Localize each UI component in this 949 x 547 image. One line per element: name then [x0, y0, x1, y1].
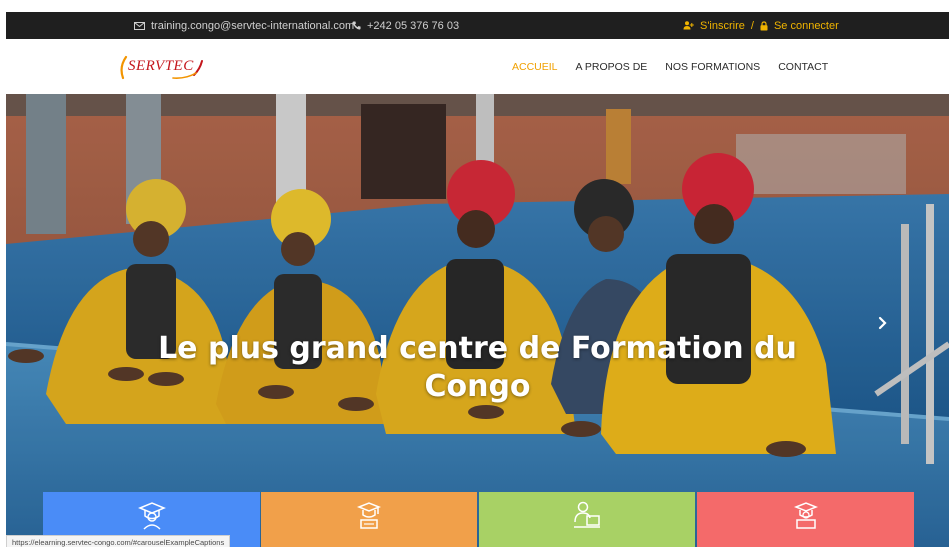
certificate-icon [793, 502, 818, 529]
phone-text: +242 05 376 76 03 [367, 19, 460, 32]
feature-tile-3[interactable] [479, 492, 695, 547]
auth-separator: / [750, 19, 754, 32]
status-url: https://elearning.servtec-congo.com/#car… [12, 537, 225, 547]
carousel-next-arrow[interactable] [876, 313, 890, 333]
nav-item-accueil[interactable]: ACCUEIL [512, 61, 558, 73]
elearning-icon [574, 501, 600, 528]
nav-item-a-propos[interactable]: A PROPOS DE [576, 61, 648, 73]
caption-line-1: Le plus grand centre de Formation du [158, 331, 797, 366]
lock-icon [760, 20, 768, 31]
hero-carousel: Le plus grand centre de Formation du Con… [6, 94, 949, 547]
phone-icon [352, 21, 361, 30]
signup-link[interactable]: S'inscrire [700, 20, 745, 32]
graduate-icon [137, 502, 166, 530]
nav-links: ACCUEIL A PROPOS DE NOS FORMATIONS CONTA… [512, 39, 828, 94]
login-link[interactable]: Se connecter [774, 20, 839, 32]
servtec-logo[interactable]: SERVTEC [118, 53, 204, 81]
user-plus-icon [683, 21, 694, 30]
carousel-caption: Le plus grand centre de Formation du Con… [6, 330, 949, 406]
logo-text: SERVTEC [128, 58, 194, 74]
caption-line-2: Congo [424, 369, 531, 404]
main-navbar: SERVTEC ACCUEIL A PROPOS DE NOS FORMATIO… [6, 39, 949, 94]
auth-links: S'inscrire / Se connecter [683, 12, 839, 39]
feature-tile-2[interactable] [261, 492, 477, 547]
phone-contact[interactable]: +242 05 376 76 03 [352, 12, 459, 39]
nav-item-contact[interactable]: CONTACT [778, 61, 828, 73]
nav-item-formations[interactable]: NOS FORMATIONS [665, 61, 760, 73]
chevron-right-icon [878, 316, 887, 330]
hero-photo [6, 94, 949, 547]
envelope-icon [134, 21, 145, 30]
email-contact[interactable]: training.congo@servtec-international.com [134, 12, 354, 39]
email-text: training.congo@servtec-international.com [151, 19, 355, 32]
feature-tile-4[interactable] [697, 492, 914, 547]
top-bar: training.congo@servtec-international.com… [6, 12, 949, 39]
page-frame: training.congo@servtec-international.com… [6, 12, 949, 547]
browser-status-bar: https://elearning.servtec-congo.com/#car… [6, 535, 231, 547]
diploma-icon [356, 502, 382, 529]
